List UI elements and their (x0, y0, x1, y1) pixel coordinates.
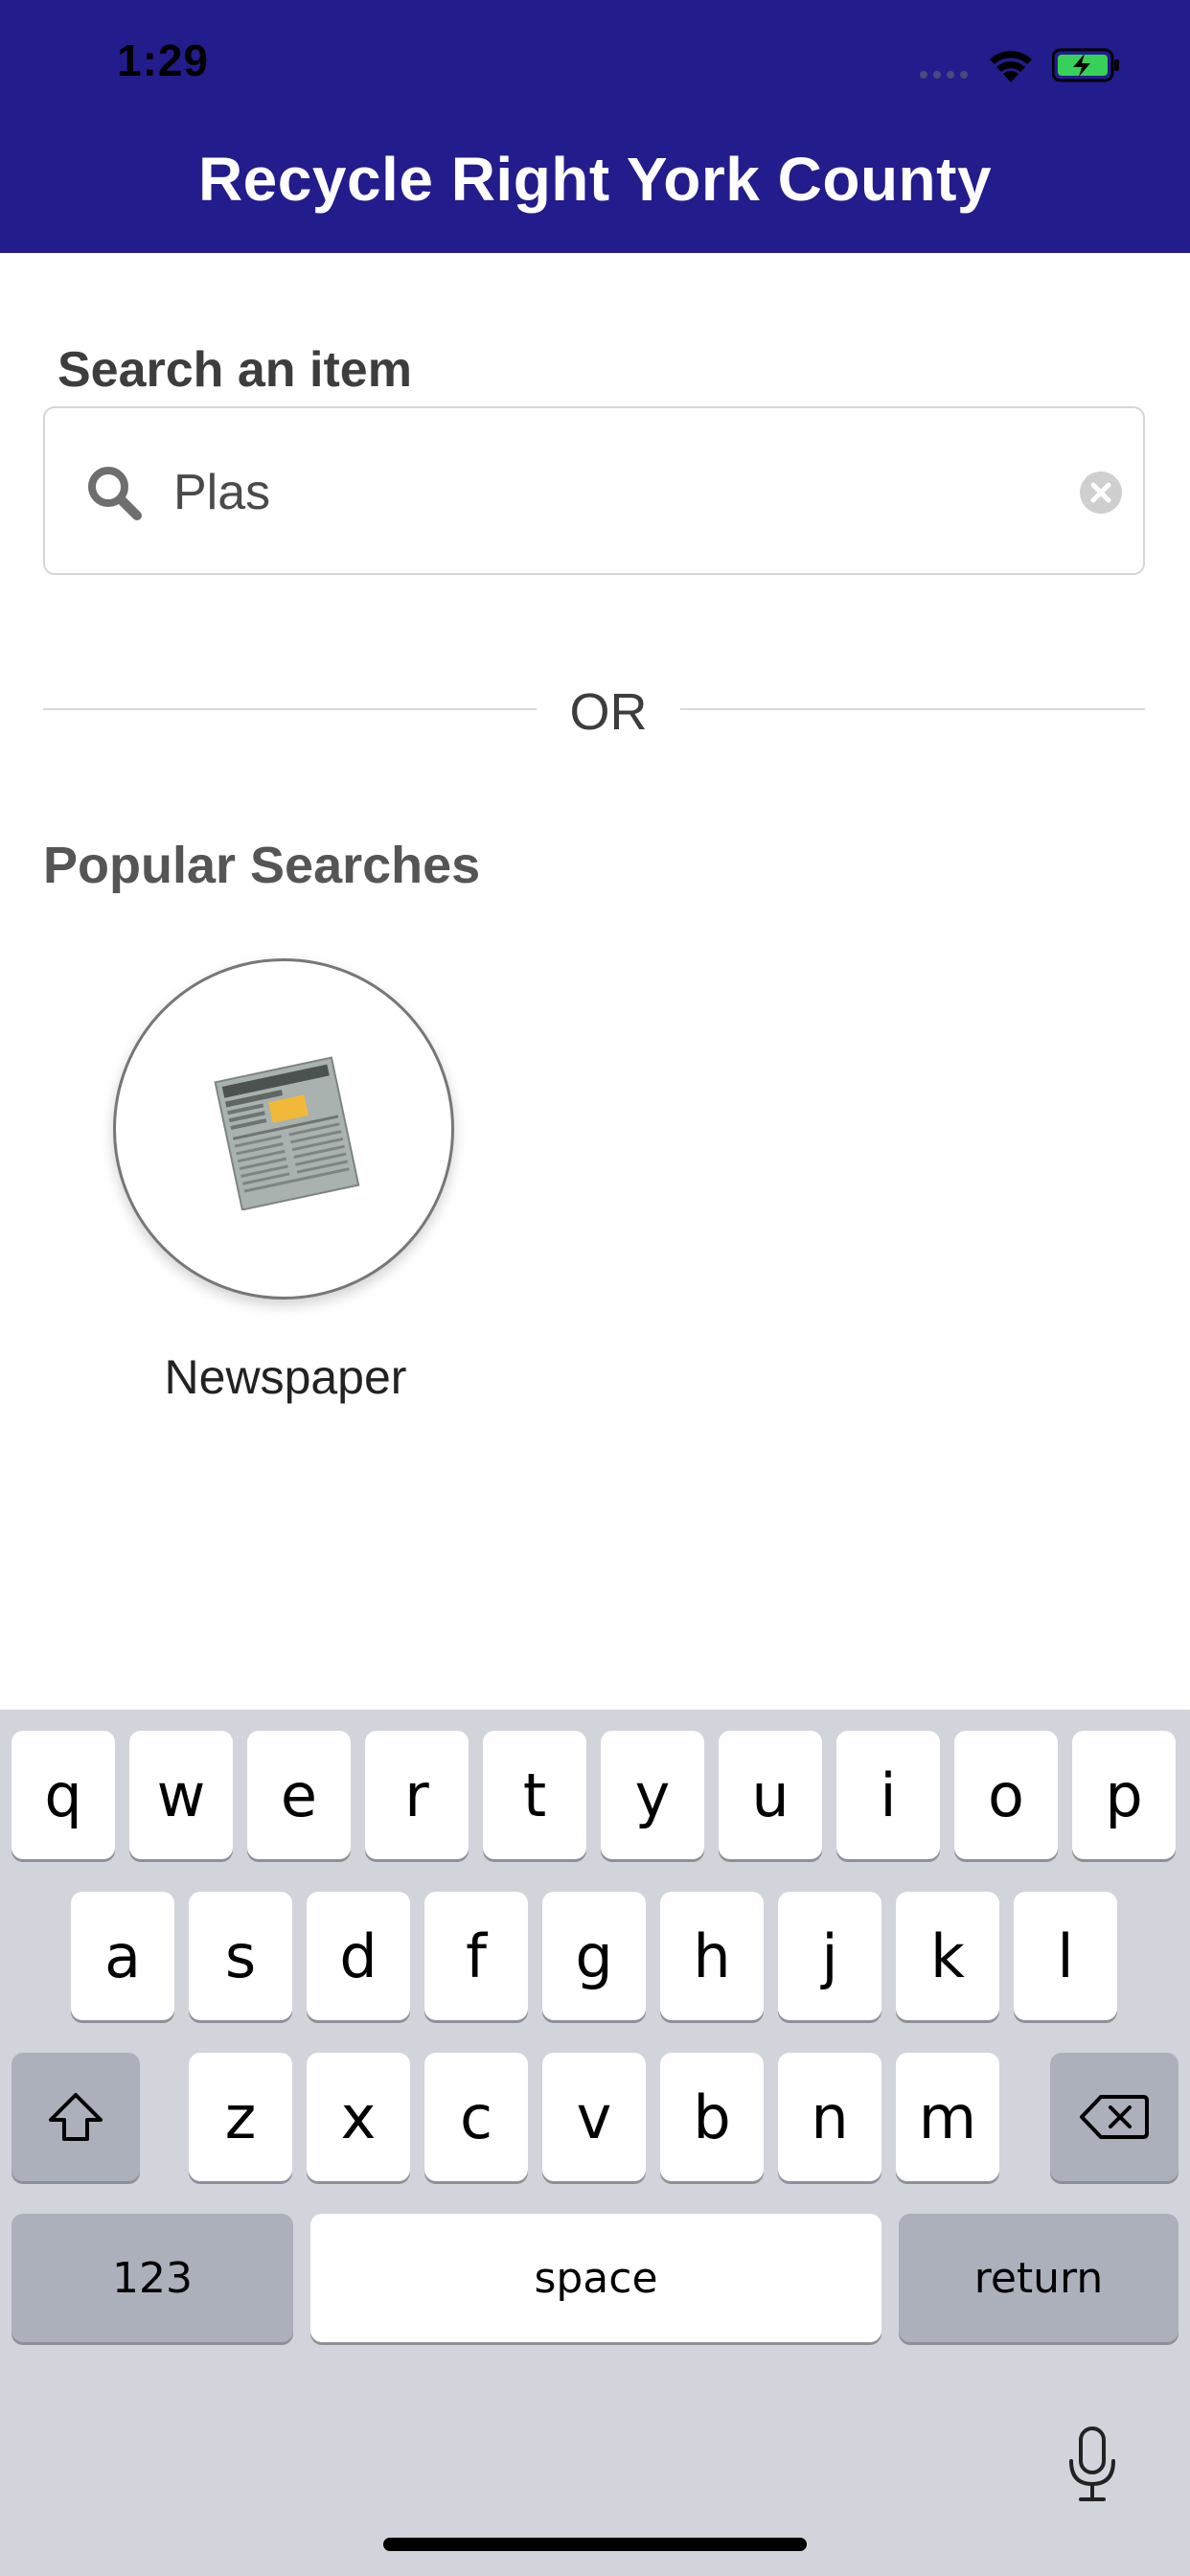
popular-item-newspaper[interactable]: Newspaper (113, 958, 458, 1405)
divider-line (43, 708, 537, 710)
popular-item-label: Newspaper (164, 1350, 407, 1404)
popular-searches-heading: Popular Searches (43, 837, 481, 894)
key-n[interactable]: n (778, 2053, 881, 2181)
key-l[interactable]: l (1014, 1892, 1117, 2020)
page-title: Recycle Right York County (197, 145, 993, 214)
key-r[interactable]: r (365, 1731, 469, 1859)
or-divider-text: OR (569, 683, 648, 741)
app-header: 1:29 Recycle Right York County (0, 0, 1190, 253)
key-x[interactable]: x (307, 2053, 410, 2181)
numbers-key[interactable]: 123 (11, 2214, 293, 2342)
key-s[interactable]: s (189, 1892, 292, 2020)
key-m[interactable]: m (896, 2053, 999, 2181)
search-label: Search an item (57, 342, 412, 398)
key-q[interactable]: q (11, 1731, 115, 1859)
divider-line (680, 708, 1145, 710)
key-d[interactable]: d (307, 1892, 410, 2020)
backspace-key[interactable] (1050, 2053, 1179, 2181)
search-input[interactable] (173, 458, 997, 527)
key-w[interactable]: w (129, 1731, 233, 1859)
signal-icon (920, 71, 968, 79)
key-h[interactable]: h (660, 1892, 764, 2020)
key-p[interactable]: p (1072, 1731, 1176, 1859)
key-o[interactable]: o (954, 1731, 1058, 1859)
key-k[interactable]: k (896, 1892, 999, 2020)
key-c[interactable]: c (424, 2053, 528, 2181)
key-v[interactable]: v (542, 2053, 646, 2181)
battery-charging-icon (1052, 48, 1119, 82)
key-a[interactable]: a (71, 1892, 174, 2020)
shift-key[interactable] (11, 2053, 140, 2181)
key-i[interactable]: i (836, 1731, 940, 1859)
clear-icon[interactable] (1080, 472, 1122, 514)
key-g[interactable]: g (542, 1892, 646, 2020)
key-z[interactable]: z (189, 2053, 292, 2181)
key-f[interactable]: f (424, 1892, 528, 2020)
key-t[interactable]: t (483, 1731, 586, 1859)
shift-icon (49, 2093, 103, 2141)
wifi-icon (990, 51, 1032, 82)
key-u[interactable]: u (719, 1731, 822, 1859)
newspaper-icon (214, 1056, 360, 1210)
key-j[interactable]: j (778, 1892, 881, 2020)
search-field[interactable] (43, 406, 1145, 575)
microphone-icon[interactable] (1065, 2425, 1119, 2505)
onscreen-keyboard: q w e r t y u i o p a s d f g h j k l z … (0, 1710, 1190, 2576)
home-indicator (383, 2538, 807, 2551)
search-icon (88, 467, 142, 520)
key-e[interactable]: e (247, 1731, 351, 1859)
popular-item-circle[interactable] (113, 958, 454, 1300)
key-y[interactable]: y (601, 1731, 704, 1859)
backspace-icon (1080, 2095, 1149, 2139)
status-time: 1:29 (117, 35, 210, 85)
space-key[interactable]: space (310, 2214, 881, 2342)
key-b[interactable]: b (660, 2053, 764, 2181)
return-key[interactable]: return (899, 2214, 1179, 2342)
